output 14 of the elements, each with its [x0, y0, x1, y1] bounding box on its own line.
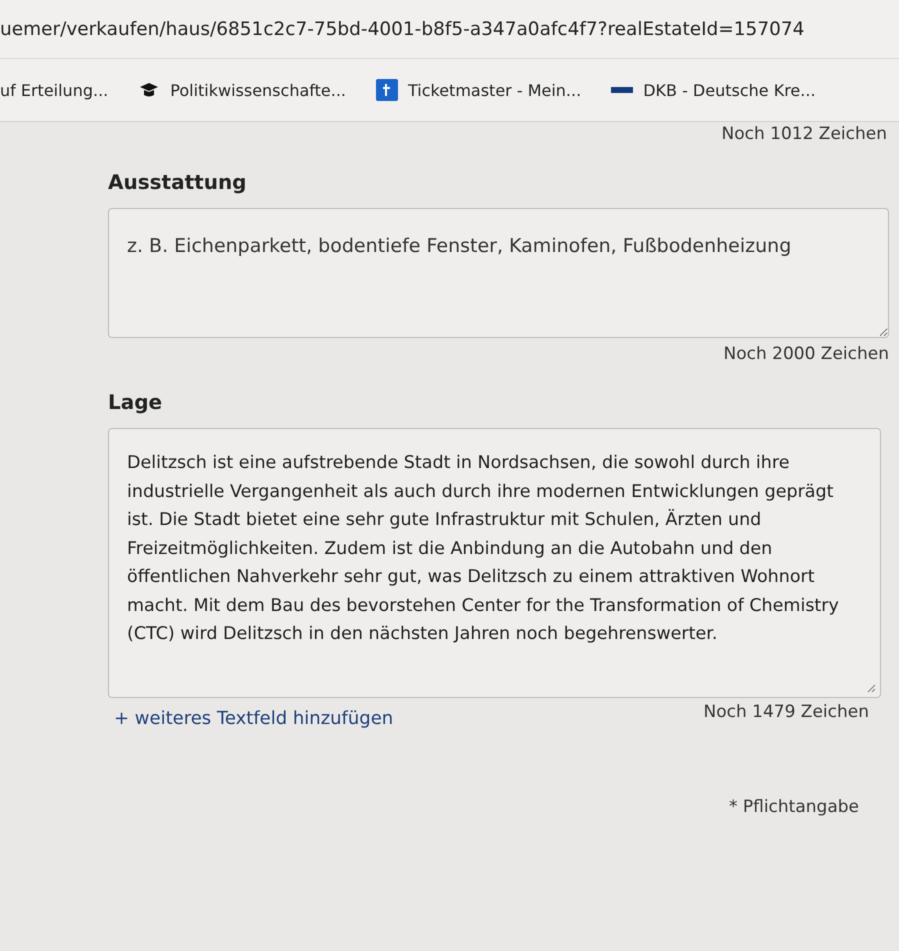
character-counter: Noch 1012 Zeichen [722, 124, 887, 144]
bookmark-link[interactable]: Ticketmaster - Mein... [408, 80, 582, 100]
bank-logo-icon [611, 87, 634, 93]
add-textfield-link[interactable]: + weiteres Textfeld hinzufügen [114, 708, 394, 728]
field-label: Lage [108, 390, 164, 414]
character-counter: Noch 1479 Zeichen [704, 702, 869, 722]
bookmark-link[interactable]: uf Erteilung... [0, 80, 108, 100]
features-field[interactable]: z. B. Eichenparkett, bodentiefe Fenster, Kaminofen, Fußbodenheizung [108, 208, 889, 338]
location-field[interactable]: Delitzsch ist eine aufstrebende Stadt in Nordsachsen, die sowohl durch ihre industrielle Vergangenheit als auch durch ihre modernen Entwicklungen geprägt ist. Die Stadt bietet eine sehr gute Infrastruktur mit Schulen, Ärzten und Freizeitmöglichkeiten. Zudem ist die Anbindung an die Autobahn und den öffentlichen Nahverkehr sehr gut, was Delitzsch zu einem attraktiven Wohnort macht. Mit dem Bau des bevorstehen Center for the Transformation of Chemistry (CTC) wird Delitzsch in den nächsten Jahren noch begehrenswerter. [109, 429, 880, 696]
required-note: * Pflichtangabe [728, 796, 859, 816]
bookmark-link[interactable]: DKB - Deutsche Kre... [643, 80, 816, 100]
bookmark-link[interactable]: Politikwissenschafte... [170, 80, 346, 100]
field-label: Ausstattung [108, 170, 248, 194]
character-counter: Noch 2000 Zeichen [724, 344, 889, 364]
